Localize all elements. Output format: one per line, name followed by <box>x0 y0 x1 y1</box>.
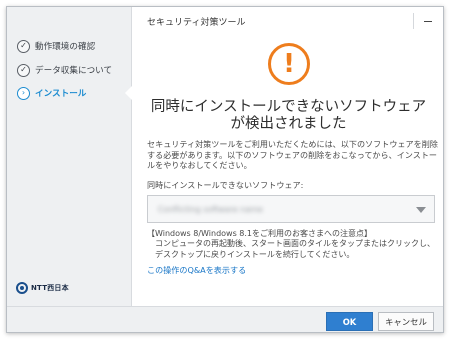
description-text: セキュリティ対策ツールをご利用いただくためには、以下のソフトウェアを削除する必要… <box>147 139 438 171</box>
titlebar-divider <box>413 13 414 29</box>
step-label: データ収集について <box>35 66 113 76</box>
headline-line-1: 同時にインストールできないソフトウェア <box>150 99 427 115</box>
select-value: Conflicting software name <box>158 205 263 214</box>
step-install: › インストール <box>17 84 86 102</box>
check-icon: ✓ <box>17 39 30 53</box>
sidebar: ✓ 動作環境の確認 ✓ データ収集について › インストール NTT西日本 <box>7 7 132 306</box>
minimize-button[interactable] <box>420 13 436 29</box>
headline-line-2: が検出されました <box>230 116 347 132</box>
step-label: インストール <box>35 89 87 99</box>
window-title: セキュリティ対策ツール <box>147 18 246 28</box>
main-panel: セキュリティ対策ツール ! 同時にインストールできないソフトウェア が検出されま… <box>133 7 443 306</box>
cancel-button[interactable]: キャンセル <box>378 312 434 331</box>
qa-link[interactable]: この操作のQ&Aを表示する <box>147 265 246 276</box>
brand-text: NTT西日本 <box>31 284 69 292</box>
active-step-pointer <box>125 86 132 100</box>
ntt-logo-icon <box>16 282 28 294</box>
conflicting-software-select[interactable]: Conflicting software name <box>147 195 435 223</box>
notice-title: 【Windows 8/Windows 8.1をご利用のお客さまへの注意点】 <box>147 229 373 238</box>
chevron-right-icon: › <box>17 86 30 100</box>
windows8-notice: 【Windows 8/Windows 8.1をご利用のお客さまへの注意点】 コン… <box>147 229 439 260</box>
notice-body: コンピュータの再起動後、スタート画面のタイルをタップまたはクリックし、デスクトッ… <box>155 239 435 259</box>
ok-button[interactable]: OK <box>326 312 373 331</box>
brand-logo: NTT西日本 <box>16 282 69 294</box>
installer-window: ✓ 動作環境の確認 ✓ データ収集について › インストール NTT西日本 セキ… <box>6 6 444 333</box>
step-data-collection: ✓ データ収集について <box>17 61 112 79</box>
step-label: 動作環境の確認 <box>35 42 96 52</box>
conflict-list-label: 同時にインストールできないソフトウェア: <box>147 180 304 190</box>
step-environment-check: ✓ 動作環境の確認 <box>17 37 95 55</box>
check-icon: ✓ <box>17 63 30 77</box>
minimize-icon <box>424 20 432 22</box>
chevron-down-icon <box>416 207 426 213</box>
warning-icon: ! <box>268 43 310 85</box>
headline: 同時にインストールできないソフトウェア が検出されました <box>133 99 443 133</box>
footer-bar: OK キャンセル <box>7 306 443 332</box>
